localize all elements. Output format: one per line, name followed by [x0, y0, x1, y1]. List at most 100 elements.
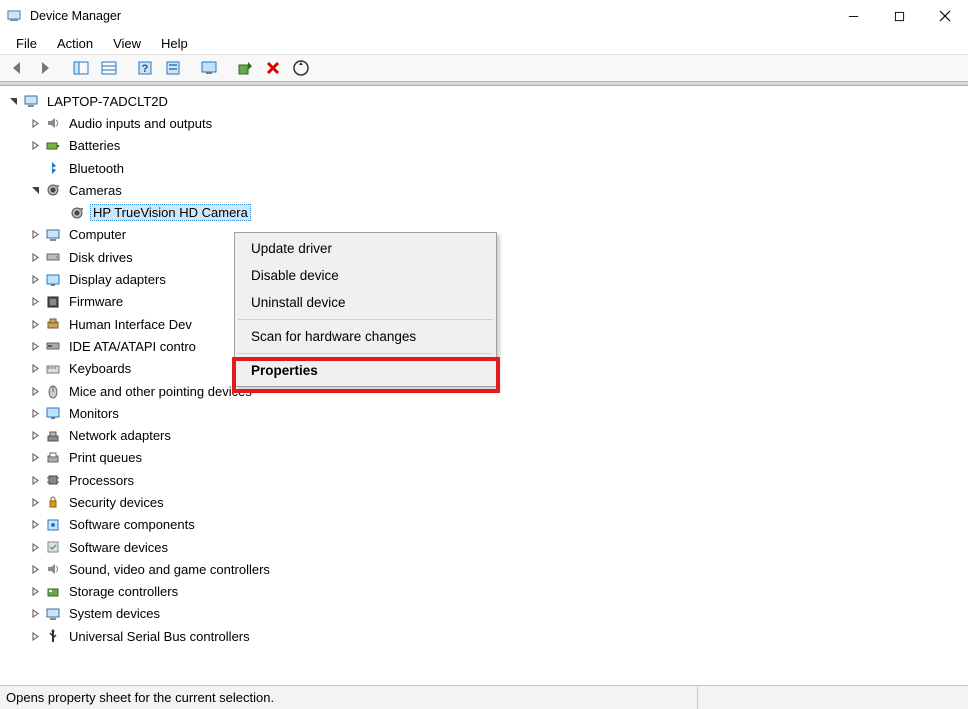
device-category[interactable]: Sound, video and game controllers — [0, 558, 968, 580]
tree-item-label: Disk drives — [66, 249, 136, 266]
storage-icon — [44, 583, 62, 601]
expand-icon[interactable] — [28, 607, 42, 621]
close-button[interactable] — [922, 0, 968, 32]
firmware-icon — [44, 293, 62, 311]
scan-button[interactable] — [288, 56, 314, 80]
expand-icon[interactable] — [28, 406, 42, 420]
context-menu-item[interactable]: Properties — [237, 357, 494, 384]
window-title: Device Manager — [30, 9, 121, 23]
expand-icon[interactable] — [28, 273, 42, 287]
device-category[interactable]: Universal Serial Bus controllers — [0, 625, 968, 647]
expand-icon[interactable] — [28, 317, 42, 331]
printer-icon — [44, 449, 62, 467]
device-category[interactable]: Batteries — [0, 135, 968, 157]
monitor-button[interactable] — [196, 56, 222, 80]
context-menu-item[interactable]: Update driver — [237, 235, 494, 262]
expand-icon[interactable] — [28, 429, 42, 443]
device-category[interactable]: Software components — [0, 514, 968, 536]
forward-button[interactable] — [32, 56, 58, 80]
uninstall-button[interactable] — [260, 56, 286, 80]
disk-icon — [44, 248, 62, 266]
software-device-icon — [44, 538, 62, 556]
device-category[interactable]: Security devices — [0, 491, 968, 513]
maximize-button[interactable] — [876, 0, 922, 32]
expand-icon[interactable] — [28, 139, 42, 153]
expand-icon[interactable] — [28, 473, 42, 487]
device-category[interactable]: Monitors — [0, 402, 968, 424]
device-category[interactable]: Bluetooth — [0, 157, 968, 179]
expand-icon[interactable] — [28, 250, 42, 264]
expand-icon[interactable] — [28, 562, 42, 576]
expand-icon[interactable] — [28, 384, 42, 398]
app-icon — [6, 8, 22, 24]
menubar: File Action View Help — [0, 32, 968, 54]
monitor-icon — [44, 404, 62, 422]
device-category[interactable]: Network adapters — [0, 424, 968, 446]
tree-item-label: Batteries — [66, 137, 123, 154]
back-button[interactable] — [4, 56, 30, 80]
software-component-icon — [44, 516, 62, 534]
collapse-icon[interactable] — [6, 94, 20, 108]
expand-icon[interactable] — [28, 295, 42, 309]
expand-icon[interactable] — [28, 540, 42, 554]
tree-item-label: Bluetooth — [66, 160, 127, 177]
camera-icon — [44, 181, 62, 199]
menu-view[interactable]: View — [103, 34, 151, 53]
expand-icon[interactable] — [28, 161, 42, 175]
help-button[interactable]: ? — [132, 56, 158, 80]
device-category[interactable]: LAPTOP-7ADCLT2D — [0, 90, 968, 112]
mouse-icon — [44, 382, 62, 400]
computer-icon — [22, 92, 40, 110]
menu-file[interactable]: File — [6, 34, 47, 53]
tree-item-label: HP TrueVision HD Camera — [90, 204, 251, 221]
tree-item-label: Print queues — [66, 449, 145, 466]
expand-icon — [52, 206, 66, 220]
toolbar: ? — [0, 54, 968, 82]
device-category[interactable]: Storage controllers — [0, 581, 968, 603]
device-category[interactable]: Audio inputs and outputs — [0, 112, 968, 134]
ide-icon — [44, 337, 62, 355]
tree-item-label: Computer — [66, 226, 129, 243]
system-icon — [44, 605, 62, 623]
expand-icon[interactable] — [28, 228, 42, 242]
tree-item-label: Keyboards — [66, 360, 134, 377]
hid-icon — [44, 315, 62, 333]
security-icon — [44, 493, 62, 511]
expand-icon[interactable] — [28, 518, 42, 532]
device-category[interactable]: Processors — [0, 469, 968, 491]
context-menu-item[interactable]: Uninstall device — [237, 289, 494, 316]
status-separator — [697, 686, 698, 709]
show-hide-tree-button[interactable] — [68, 56, 94, 80]
context-menu-item[interactable]: Disable device — [237, 262, 494, 289]
status-text: Opens property sheet for the current sel… — [6, 690, 274, 705]
update-driver-button[interactable] — [232, 56, 258, 80]
status-bar: Opens property sheet for the current sel… — [0, 685, 968, 709]
device-category[interactable]: Print queues — [0, 447, 968, 469]
tree-item-label: Audio inputs and outputs — [66, 115, 215, 132]
menu-action[interactable]: Action — [47, 34, 103, 53]
tree-item-label: Network adapters — [66, 427, 174, 444]
tree-item-label: System devices — [66, 605, 163, 622]
device-category[interactable]: Cameras — [0, 179, 968, 201]
network-icon — [44, 427, 62, 445]
minimize-button[interactable] — [830, 0, 876, 32]
device-leaf[interactable]: HP TrueVision HD Camera — [0, 201, 968, 223]
device-category[interactable]: System devices — [0, 603, 968, 625]
sound-icon — [44, 560, 62, 578]
expand-icon[interactable] — [28, 451, 42, 465]
expand-icon[interactable] — [28, 585, 42, 599]
keyboard-icon — [44, 360, 62, 378]
context-menu-item[interactable]: Scan for hardware changes — [237, 323, 494, 350]
expand-icon[interactable] — [28, 339, 42, 353]
category-button[interactable] — [96, 56, 122, 80]
tree-item-label: Processors — [66, 472, 137, 489]
menu-help[interactable]: Help — [151, 34, 198, 53]
expand-icon[interactable] — [28, 362, 42, 376]
expand-icon[interactable] — [28, 495, 42, 509]
processor-icon — [44, 471, 62, 489]
action-button[interactable] — [160, 56, 186, 80]
collapse-icon[interactable] — [28, 183, 42, 197]
expand-icon[interactable] — [28, 629, 42, 643]
expand-icon[interactable] — [28, 116, 42, 130]
device-category[interactable]: Software devices — [0, 536, 968, 558]
